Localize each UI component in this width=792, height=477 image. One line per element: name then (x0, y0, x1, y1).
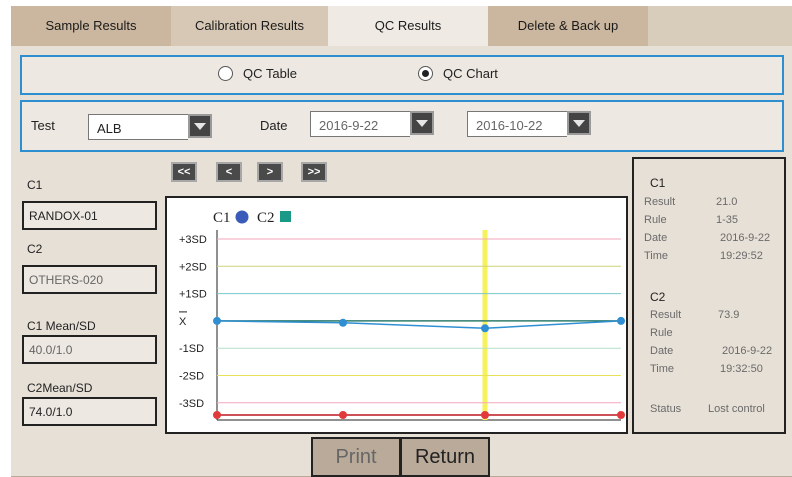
data-point-c1 (481, 324, 489, 333)
series-line-c1 (216, 320, 622, 330)
info-c1-result-label: Result (644, 196, 676, 208)
info-c1-result-value: 21.0 (716, 196, 738, 208)
info-c2-rule-label: Rule (650, 327, 673, 339)
legend-c1-label: C1 (213, 210, 231, 226)
qc-table-label: QC Table (243, 66, 297, 81)
test-select[interactable]: ALB (88, 114, 188, 140)
info-c2-result-value: 73.9 (718, 309, 740, 321)
info-c1-rule-label: Rule (644, 214, 667, 226)
tab-sample-results[interactable]: Sample Results (11, 6, 171, 46)
qc-workarea: QC Table QC Chart Test ALB Date 2016-9-2… (11, 46, 792, 477)
legend-c1-circle-icon (235, 210, 249, 224)
tab-calibration-results[interactable]: Calibration Results (171, 6, 328, 46)
qc-table-radio[interactable]: QC Table (218, 66, 297, 81)
data-point-c1 (213, 316, 221, 325)
info-c2-time-label: Time (650, 363, 675, 375)
qc-results-window: Sample Results Calibration Results QC Re… (11, 6, 792, 477)
date-to-dropdown-arrow-icon[interactable] (567, 111, 591, 135)
qc-chart-label: QC Chart (443, 66, 498, 81)
return-button[interactable]: Return (400, 437, 490, 477)
data-point-c2 (339, 411, 347, 419)
c2-value: OTHERS-020 (22, 265, 157, 294)
info-status-label: Status (650, 403, 682, 415)
info-c1-time-label: Time (644, 250, 669, 262)
c1-label: C1 (27, 178, 43, 192)
first-page-button[interactable]: << (171, 162, 197, 182)
tab-bar: Sample Results Calibration Results QC Re… (11, 6, 792, 46)
info-c1-time-value: 19:29:52 (720, 250, 763, 262)
prev-page-button[interactable]: < (216, 162, 242, 182)
data-point-c2 (481, 411, 489, 419)
info-status-value: Lost control (708, 403, 765, 415)
qc-info-panel: C1 Result 21.0 Rule 1-35 Date 2016-9-22 … (632, 157, 786, 434)
legend-c2-label: C2 (257, 210, 275, 226)
c2-mean-sd-label: C2Mean/SD (27, 381, 93, 395)
next-page-button[interactable]: > (257, 162, 283, 182)
c2-mean-sd-value: 74.0/1.0 (22, 397, 157, 426)
c1-mean-sd-value: 40.0/1.0 (22, 335, 157, 364)
info-c1-heading: C1 (650, 176, 666, 190)
c1-value: RANDOX-01 (22, 201, 157, 230)
data-point-c2 (617, 411, 625, 419)
info-c2-heading: C2 (650, 290, 666, 304)
info-c2-date-label: Date (650, 345, 674, 357)
y-tick-label: -2SD (179, 371, 204, 383)
print-button[interactable]: Print (311, 437, 401, 477)
y-tick-label: +3SD (179, 234, 207, 246)
radio-unselected-icon (218, 66, 233, 81)
date-to-select[interactable]: 2016-10-22 (467, 111, 567, 137)
y-tick-label: +2SD (179, 261, 207, 273)
info-c2-time-value: 19:32:50 (720, 363, 763, 375)
y-tick-label: +1SD (179, 289, 207, 301)
info-c1-date-value: 2016-9-22 (720, 232, 771, 244)
date-label: Date (260, 118, 288, 133)
view-mode-panel: QC Table QC Chart (20, 55, 784, 95)
test-dropdown-arrow-icon[interactable] (188, 114, 212, 138)
y-tick-label: -1SD (179, 343, 204, 355)
qc-chart-svg: +3SD +2SD +1SD X -1SD -2SD -3SD C1 C2 (179, 210, 625, 421)
c2-label: C2 (27, 242, 43, 256)
info-c1-date-label: Date (644, 232, 668, 244)
qc-chart: +3SD +2SD +1SD X -1SD -2SD -3SD C1 C2 (165, 196, 628, 434)
legend-c2-square-icon (280, 211, 291, 222)
test-label: Test (31, 118, 55, 133)
y-tick-label: X (179, 316, 187, 328)
tab-bar-filler (648, 6, 792, 46)
tab-delete-backup[interactable]: Delete & Back up (488, 6, 648, 46)
date-from-select[interactable]: 2016-9-22 (310, 111, 410, 137)
data-point-c1 (339, 318, 347, 327)
filter-panel: Test ALB Date 2016-9-22 2016-10-22 (20, 100, 784, 152)
tab-qc-results[interactable]: QC Results (328, 6, 488, 46)
info-c1-rule-value: 1-35 (716, 214, 739, 226)
date-from-dropdown-arrow-icon[interactable] (410, 111, 434, 135)
info-c2-result-label: Result (650, 309, 682, 321)
last-page-button[interactable]: >> (301, 162, 327, 182)
info-c2-date-value: 2016-9-22 (722, 345, 773, 357)
data-point-c2 (213, 411, 221, 419)
y-tick-label: -3SD (179, 398, 204, 410)
qc-chart-radio[interactable]: QC Chart (418, 66, 498, 81)
radio-selected-icon (418, 66, 433, 81)
c1-mean-sd-label: C1 Mean/SD (27, 319, 96, 333)
data-point-c1 (617, 316, 625, 325)
